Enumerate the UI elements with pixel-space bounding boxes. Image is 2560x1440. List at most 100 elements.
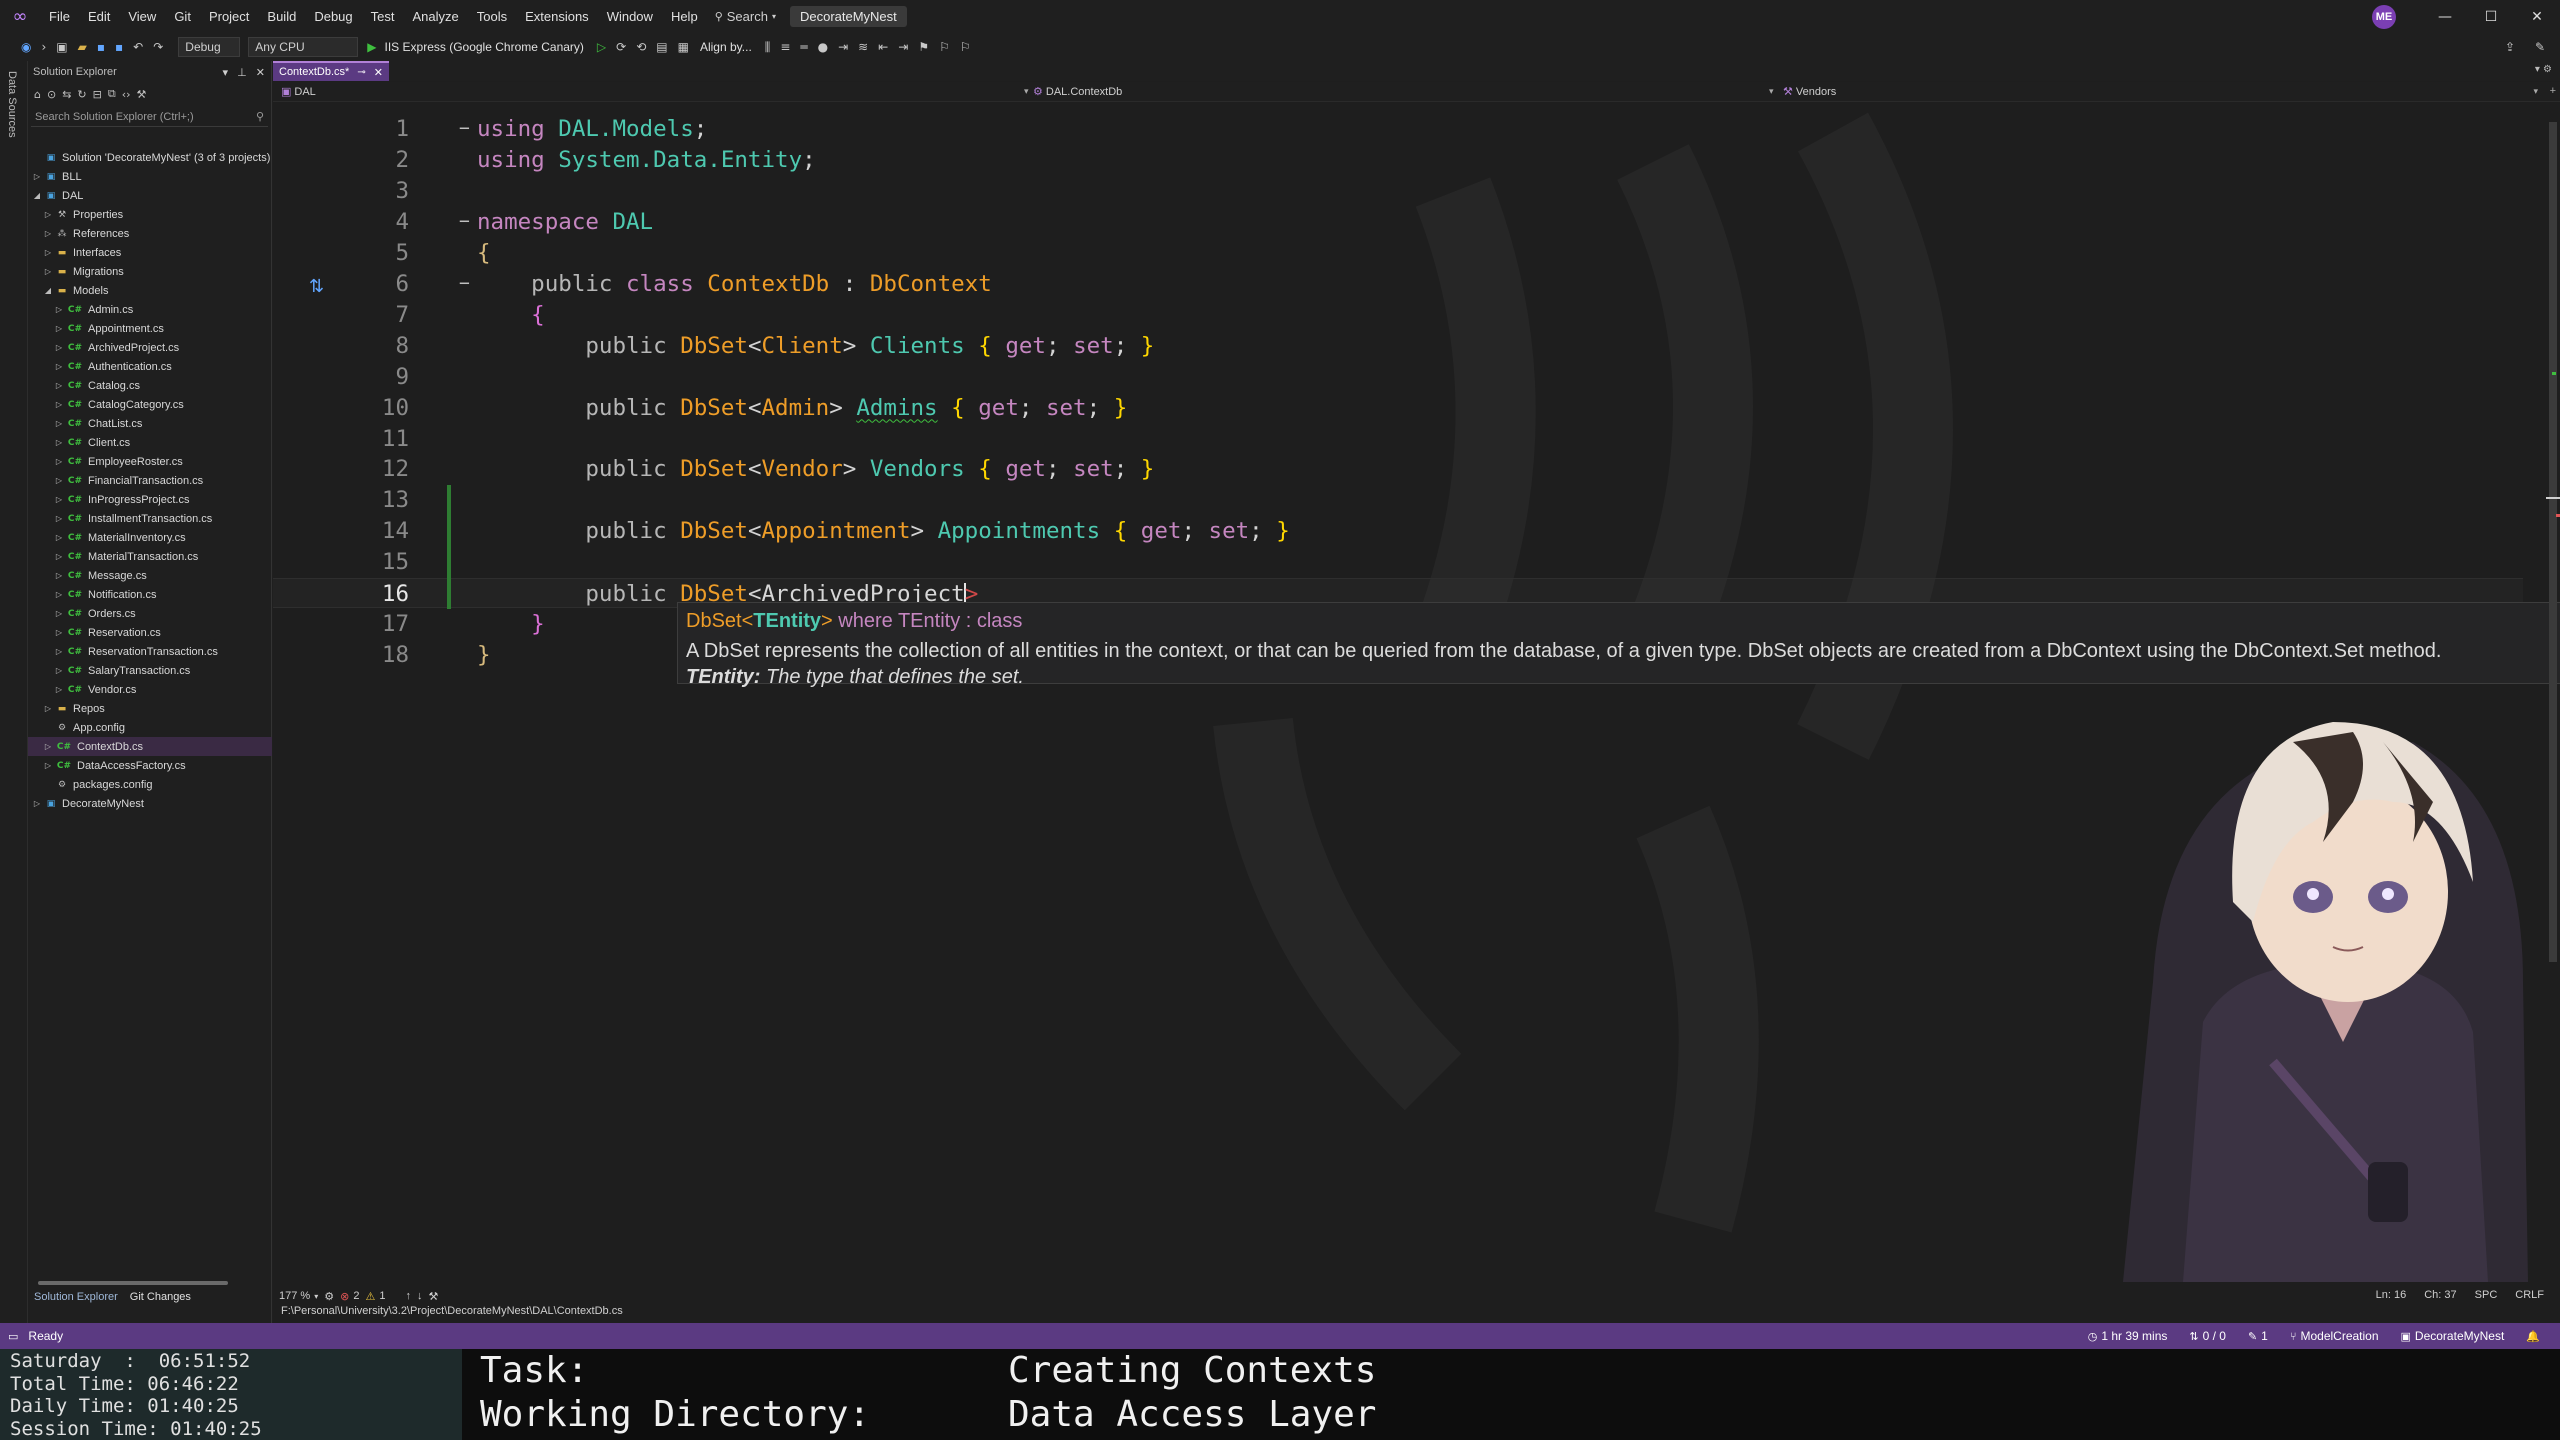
code-line[interactable]: 8 public DbSet<Client> Clients { get; se…: [273, 331, 2523, 361]
tree-item[interactable]: ▷ C# EmployeeRoster.cs: [28, 452, 272, 471]
redo-icon[interactable]: ↷: [148, 40, 168, 54]
collapsed-arrow-icon[interactable]: ▷: [54, 533, 64, 542]
code-line[interactable]: 12 public DbSet<Vendor> Vendors { get; s…: [273, 454, 2523, 484]
breakpoint-icon[interactable]: ●: [813, 40, 833, 54]
expanded-arrow-icon[interactable]: ◢: [43, 286, 53, 295]
tab-close-icon[interactable]: ✕: [374, 66, 383, 79]
code-line[interactable]: 4 − namespace DAL: [273, 207, 2523, 237]
collapsed-arrow-icon[interactable]: ▷: [54, 476, 64, 485]
open-folder-icon[interactable]: ▰: [73, 40, 92, 54]
menu-extensions[interactable]: Extensions: [516, 9, 598, 24]
collapsed-arrow-icon[interactable]: ▷: [54, 571, 64, 580]
menu-build[interactable]: Build: [258, 9, 305, 24]
previous-issue-icon[interactable]: ↑: [405, 1290, 411, 1302]
collapsed-arrow-icon[interactable]: ▷: [43, 229, 53, 238]
distribute-icon[interactable]: ≡: [775, 40, 795, 54]
hot-reload-icon[interactable]: ⟳: [611, 40, 631, 54]
tree-item[interactable]: ▷ ▬ Migrations: [28, 262, 272, 281]
collapsed-arrow-icon[interactable]: ▷: [54, 362, 64, 371]
line-ending-label[interactable]: CRLF: [2515, 1289, 2544, 1301]
zoom-dropdown[interactable]: 177 % ▾: [279, 1290, 318, 1302]
step-icon[interactable]: ⇥: [833, 40, 853, 54]
search-box[interactable]: ⚲ Search ▾: [715, 9, 776, 24]
nav-class-dropdown[interactable]: ⚙ DAL.ContextDb: [1033, 85, 1122, 98]
collapsed-arrow-icon[interactable]: ▷: [54, 457, 64, 466]
tree-item[interactable]: ▷ ▣ BLL: [28, 167, 272, 186]
collapsed-arrow-icon[interactable]: ▷: [54, 666, 64, 675]
collapsed-arrow-icon[interactable]: ▷: [54, 343, 64, 352]
menu-edit[interactable]: Edit: [79, 9, 119, 24]
feedback-icon[interactable]: ✎: [2530, 40, 2550, 54]
code-line[interactable]: 2 using System.Data.Entity;: [273, 145, 2523, 175]
tab-overflow-icon[interactable]: ▾ ⚙: [2535, 64, 2552, 75]
collapsed-arrow-icon[interactable]: ▷: [54, 438, 64, 447]
save-icon[interactable]: ▪: [92, 40, 110, 54]
bookmark-next-icon[interactable]: ⚐: [934, 40, 955, 54]
code-line[interactable]: 3: [273, 176, 2523, 206]
collapse-all-icon[interactable]: ⊟: [93, 88, 102, 101]
tree-item[interactable]: ▷ C# SalaryTransaction.cs: [28, 661, 272, 680]
branch-selector[interactable]: ⑂ ModelCreation: [2290, 1329, 2379, 1343]
collapsed-arrow-icon[interactable]: ▷: [43, 210, 53, 219]
minimize-icon[interactable]: —: [2422, 9, 2468, 25]
fold-toggle-icon[interactable]: −: [459, 114, 470, 144]
tree-item[interactable]: ▷ C# Reservation.cs: [28, 623, 272, 642]
collapsed-arrow-icon[interactable]: ▷: [32, 799, 42, 808]
switch-views-icon[interactable]: ⊙: [47, 88, 56, 101]
tree-item[interactable]: ▷ C# MaterialTransaction.cs: [28, 547, 272, 566]
code-line[interactable]: 11: [273, 424, 2523, 454]
menu-test[interactable]: Test: [362, 9, 404, 24]
layout-icon[interactable]: ▦: [673, 40, 694, 54]
collapsed-arrow-icon[interactable]: ▷: [54, 495, 64, 504]
solution-search-input[interactable]: Search Solution Explorer (Ctrl+;) ⚲: [31, 107, 268, 127]
collapsed-arrow-icon[interactable]: ▷: [54, 324, 64, 333]
platform-dropdown[interactable]: Any CPU: [248, 37, 359, 57]
sync-icon[interactable]: ⇆: [62, 88, 71, 101]
comment-icon[interactable]: ≋: [853, 40, 873, 54]
forward-icon[interactable]: ›: [36, 40, 51, 54]
nav-member-dropdown[interactable]: ⚒ Vendors: [1783, 85, 1836, 98]
collapsed-arrow-icon[interactable]: ▷: [54, 685, 64, 694]
next-issue-icon[interactable]: ↓: [417, 1290, 423, 1302]
nav-dropdown-arrow[interactable]: ▾: [2527, 85, 2538, 97]
scrollbar-thumb[interactable]: [38, 1281, 228, 1285]
menu-debug[interactable]: Debug: [305, 9, 361, 24]
pin-icon[interactable]: ⊥: [237, 66, 247, 79]
code-lens-icon[interactable]: ⇅: [309, 276, 324, 297]
nav-dropdown-arrow[interactable]: ▾: [1018, 85, 1029, 97]
expanded-arrow-icon[interactable]: ◢: [32, 191, 42, 200]
line-number-label[interactable]: Ln: 16: [2376, 1289, 2407, 1301]
document-tab[interactable]: ContextDb.cs* ⊸ ✕: [273, 61, 389, 81]
collapsed-arrow-icon[interactable]: ▷: [54, 609, 64, 618]
code-line[interactable]: 6 − public class ContextDb : DbContext: [273, 269, 2523, 299]
collapsed-arrow-icon[interactable]: ▷: [54, 400, 64, 409]
warning-count[interactable]: ⚠ 1: [365, 1290, 385, 1303]
split-editor-icon[interactable]: +: [2550, 85, 2556, 97]
fold-toggle-icon[interactable]: −: [459, 207, 470, 237]
bookmark-prev-icon[interactable]: ⚐: [955, 40, 976, 54]
collapsed-arrow-icon[interactable]: ▷: [54, 419, 64, 428]
tree-item[interactable]: ▷ C# Admin.cs: [28, 300, 272, 319]
tree-item[interactable]: ▷ ⚒ Properties: [28, 205, 272, 224]
session-timer[interactable]: ◷ 1 hr 39 mins: [2088, 1329, 2168, 1343]
collapsed-arrow-icon[interactable]: ▷: [54, 552, 64, 561]
start-without-debugging-icon[interactable]: ▷: [592, 40, 611, 54]
maximize-icon[interactable]: ☐: [2468, 9, 2514, 25]
code-line[interactable]: 1 − using DAL.Models;: [273, 114, 2523, 144]
avatar[interactable]: ME: [2372, 4, 2396, 29]
configuration-dropdown[interactable]: Debug: [178, 37, 241, 57]
properties-icon[interactable]: ⚒: [137, 88, 147, 101]
menu-project[interactable]: Project: [200, 9, 258, 24]
code-line[interactable]: 13: [273, 485, 2523, 515]
fold-toggle-icon[interactable]: −: [459, 269, 470, 299]
tree-item[interactable]: ◢ ▬ Models: [28, 281, 272, 300]
share-icon[interactable]: ⇪: [2500, 40, 2520, 54]
spacing-icon[interactable]: ═: [795, 40, 812, 54]
tree-item[interactable]: ▷ C# DataAccessFactory.cs: [28, 756, 272, 775]
collapsed-arrow-icon[interactable]: ▷: [43, 248, 53, 257]
data-sources-strip[interactable]: Data Sources: [0, 61, 28, 1323]
code-cleanup-icon[interactable]: ⚙: [324, 1290, 334, 1303]
menu-help[interactable]: Help: [662, 9, 707, 24]
code-line[interactable]: 7 {: [273, 300, 2523, 330]
home-icon[interactable]: ⌂: [34, 88, 41, 101]
